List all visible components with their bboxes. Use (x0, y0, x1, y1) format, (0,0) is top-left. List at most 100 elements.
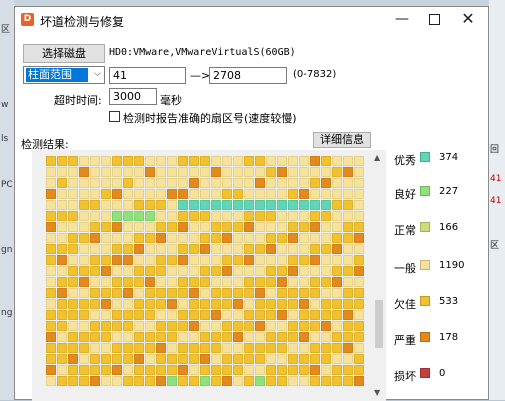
sector-cell (321, 277, 331, 287)
sector-cell (123, 189, 133, 199)
grid-scrollbar[interactable]: ▲ ▼ (372, 150, 386, 401)
sector-cell (255, 233, 265, 243)
minimize-button[interactable]: — (385, 7, 419, 33)
sector-cell (343, 321, 353, 331)
sector-cell (266, 288, 276, 298)
sector-cell (321, 167, 331, 177)
sector-cell (211, 189, 221, 199)
sector-cell (189, 156, 199, 166)
sector-cell (145, 288, 155, 298)
close-button[interactable]: ✕ (451, 7, 485, 33)
sector-cell (211, 200, 221, 210)
sector-cell (134, 332, 144, 342)
sector-cell (46, 244, 56, 254)
sector-cell (101, 178, 111, 188)
sector-cell (101, 167, 111, 177)
sector-cell (68, 365, 78, 375)
sector-cell (189, 189, 199, 199)
sector-cell (354, 332, 364, 342)
sector-cell (299, 376, 309, 386)
sector-cell (233, 156, 243, 166)
chevron-down-icon: ⌵ (94, 69, 101, 79)
sector-cell (123, 321, 133, 331)
sector-cell (145, 321, 155, 331)
sector-cell (57, 233, 67, 243)
sector-cell (57, 211, 67, 221)
report-sector-checkbox[interactable] (109, 111, 120, 122)
sector-cell (167, 277, 177, 287)
sector-cell (299, 343, 309, 353)
bg-left-fragment: ls (1, 134, 9, 144)
sector-cell (57, 332, 67, 342)
sector-cell (156, 376, 166, 386)
sector-cell (145, 189, 155, 199)
range-end-input[interactable]: 2708 (209, 67, 287, 84)
select-disk-button[interactable]: 选择磁盘 (23, 44, 105, 63)
sector-cell (222, 277, 232, 287)
sector-cell (299, 255, 309, 265)
sector-cell (233, 310, 243, 320)
sector-cell (233, 266, 243, 276)
sector-cell (68, 222, 78, 232)
sector-cell (288, 288, 298, 298)
sector-cell (145, 310, 155, 320)
sector-cell (255, 167, 265, 177)
timeout-input[interactable]: 3000 (109, 88, 157, 105)
sector-cell (156, 365, 166, 375)
detail-info-button[interactable]: 详细信息 (313, 132, 371, 148)
sector-cell (189, 277, 199, 287)
sector-cell (90, 167, 100, 177)
sector-cell (68, 255, 78, 265)
sector-cell (211, 266, 221, 276)
sector-cell (332, 211, 342, 221)
sector-cell (211, 376, 221, 386)
sector-cell (101, 255, 111, 265)
sector-cell (79, 244, 89, 254)
sector-cell (57, 167, 67, 177)
range-mode-select[interactable]: 柱面范围 ⌵ (23, 66, 105, 84)
sector-cell (145, 167, 155, 177)
range-arrow: —> (190, 69, 211, 82)
sector-cell (167, 310, 177, 320)
maximize-button[interactable] (417, 7, 451, 33)
sector-cell (299, 178, 309, 188)
sector-cell (145, 222, 155, 232)
sector-cell (321, 321, 331, 331)
sector-cell (156, 178, 166, 188)
legend-label: 正常 (394, 224, 416, 237)
sector-cell (90, 343, 100, 353)
sector-cell (343, 277, 353, 287)
sector-cell (244, 178, 254, 188)
sector-cell (321, 376, 331, 386)
sector-cell (79, 299, 89, 309)
sector-cell (233, 288, 243, 298)
sector-cell (332, 354, 342, 364)
title-bar[interactable]: D 坏道检测与修复 — ✕ (15, 7, 488, 33)
range-start-input[interactable]: 41 (109, 67, 186, 84)
sector-cell (343, 354, 353, 364)
sector-cell (101, 321, 111, 331)
sector-cell (145, 211, 155, 221)
scroll-up-icon[interactable]: ▲ (374, 153, 380, 162)
sector-cell (134, 222, 144, 232)
sector-cell (68, 200, 78, 210)
scroll-down-icon[interactable]: ▼ (374, 388, 380, 397)
sector-cell (321, 255, 331, 265)
sector-cell (288, 233, 298, 243)
sector-cell (57, 200, 67, 210)
sector-cell (233, 343, 243, 353)
scroll-thumb[interactable] (375, 300, 383, 348)
sector-cell (222, 233, 232, 243)
legend-label: 良好 (394, 188, 416, 201)
sector-cell (156, 266, 166, 276)
sector-cell (255, 244, 265, 254)
sector-cell (90, 211, 100, 221)
sector-cell (90, 288, 100, 298)
sector-cell (332, 343, 342, 353)
sector-cell (167, 288, 177, 298)
sector-cell (343, 365, 353, 375)
sector-cell (156, 354, 166, 364)
sector-cell (189, 244, 199, 254)
sector-cell (244, 189, 254, 199)
legend-swatch (420, 296, 430, 306)
